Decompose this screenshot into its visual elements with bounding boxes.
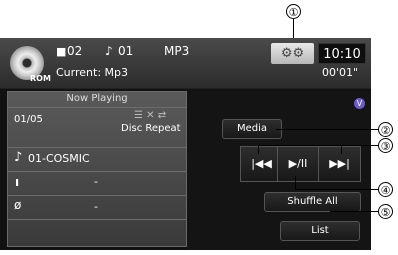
- next-track-icon: ▶▶|: [329, 157, 350, 170]
- nav-screen: ROM ■ 02 ♪ 01 MP3 Current: Mp3 ⚙⚙ 10:10 …: [0, 38, 371, 250]
- now-playing-heading: Now Playing: [66, 93, 128, 104]
- music-note-icon: ♪: [14, 150, 23, 165]
- previous-track-icon: |◀◀: [251, 157, 272, 170]
- source-label: ROM: [30, 74, 51, 83]
- voice-badge: V: [354, 98, 365, 109]
- elapsed-time: 00'01": [322, 66, 359, 79]
- shuffle-all-button[interactable]: Shuffle All: [264, 192, 361, 212]
- now-playing-panel: Now Playing 01/05 ☰ ✕ ⇄ Disc Repeat ♪ 01…: [7, 91, 187, 247]
- callout-3-leader-a: [258, 145, 378, 146]
- callout-5: ⑤: [378, 204, 393, 219]
- next-track-button[interactable]: ▶▶|: [318, 146, 361, 182]
- list-button[interactable]: List: [280, 221, 360, 241]
- media-button[interactable]: Media: [222, 119, 282, 139]
- divider: [8, 107, 186, 108]
- callout-3: ③: [378, 138, 393, 153]
- repeat-shuffle-icons: ☰ ✕ ⇄: [134, 110, 167, 121]
- callout-1: ①: [286, 4, 301, 19]
- current-source: Current: Mp3: [56, 66, 128, 79]
- artist-icon: ı: [15, 175, 20, 189]
- play-pause-icon: ▶/II: [288, 157, 308, 170]
- repeat-mode: Disc Repeat: [121, 123, 181, 134]
- folder-icon: ■: [56, 45, 67, 58]
- artist-name: -: [94, 175, 98, 188]
- callout-3-leader-b: [258, 145, 259, 154]
- callout-4-leader-a: [295, 176, 296, 189]
- settings-button[interactable]: ⚙⚙: [271, 43, 314, 64]
- callout-4: ④: [378, 182, 393, 197]
- callout-5-leader: [330, 211, 378, 212]
- play-pause-button[interactable]: ▶/II: [277, 146, 319, 182]
- track-number: 01: [118, 44, 134, 58]
- callout-2-leader: [276, 129, 378, 130]
- status-bar: ROM ■ 02 ♪ 01 MP3 Current: Mp3 ⚙⚙ 10:10 …: [0, 38, 371, 89]
- track-title: 01-COSMIC: [28, 152, 90, 165]
- format-label: MP3: [164, 44, 190, 58]
- clock-display: 10:10: [318, 43, 366, 64]
- music-note-icon: ♪: [105, 44, 113, 58]
- divider: [8, 147, 186, 148]
- callout-3-leader-c: [341, 145, 342, 154]
- controls-panel: V Media |◀◀ ▶/II ▶▶| Shuffle All List: [187, 91, 371, 250]
- album-name: -: [94, 200, 98, 213]
- album-icon: ø: [14, 198, 22, 212]
- divider: [8, 219, 186, 220]
- folder-number: 02: [67, 44, 83, 58]
- gear-icon: ⚙⚙: [280, 46, 305, 61]
- divider: [8, 171, 186, 172]
- callout-2: ②: [378, 122, 393, 137]
- track-index: 01/05: [14, 114, 43, 125]
- callout-4-leader-b: [295, 189, 378, 190]
- divider: [8, 195, 186, 196]
